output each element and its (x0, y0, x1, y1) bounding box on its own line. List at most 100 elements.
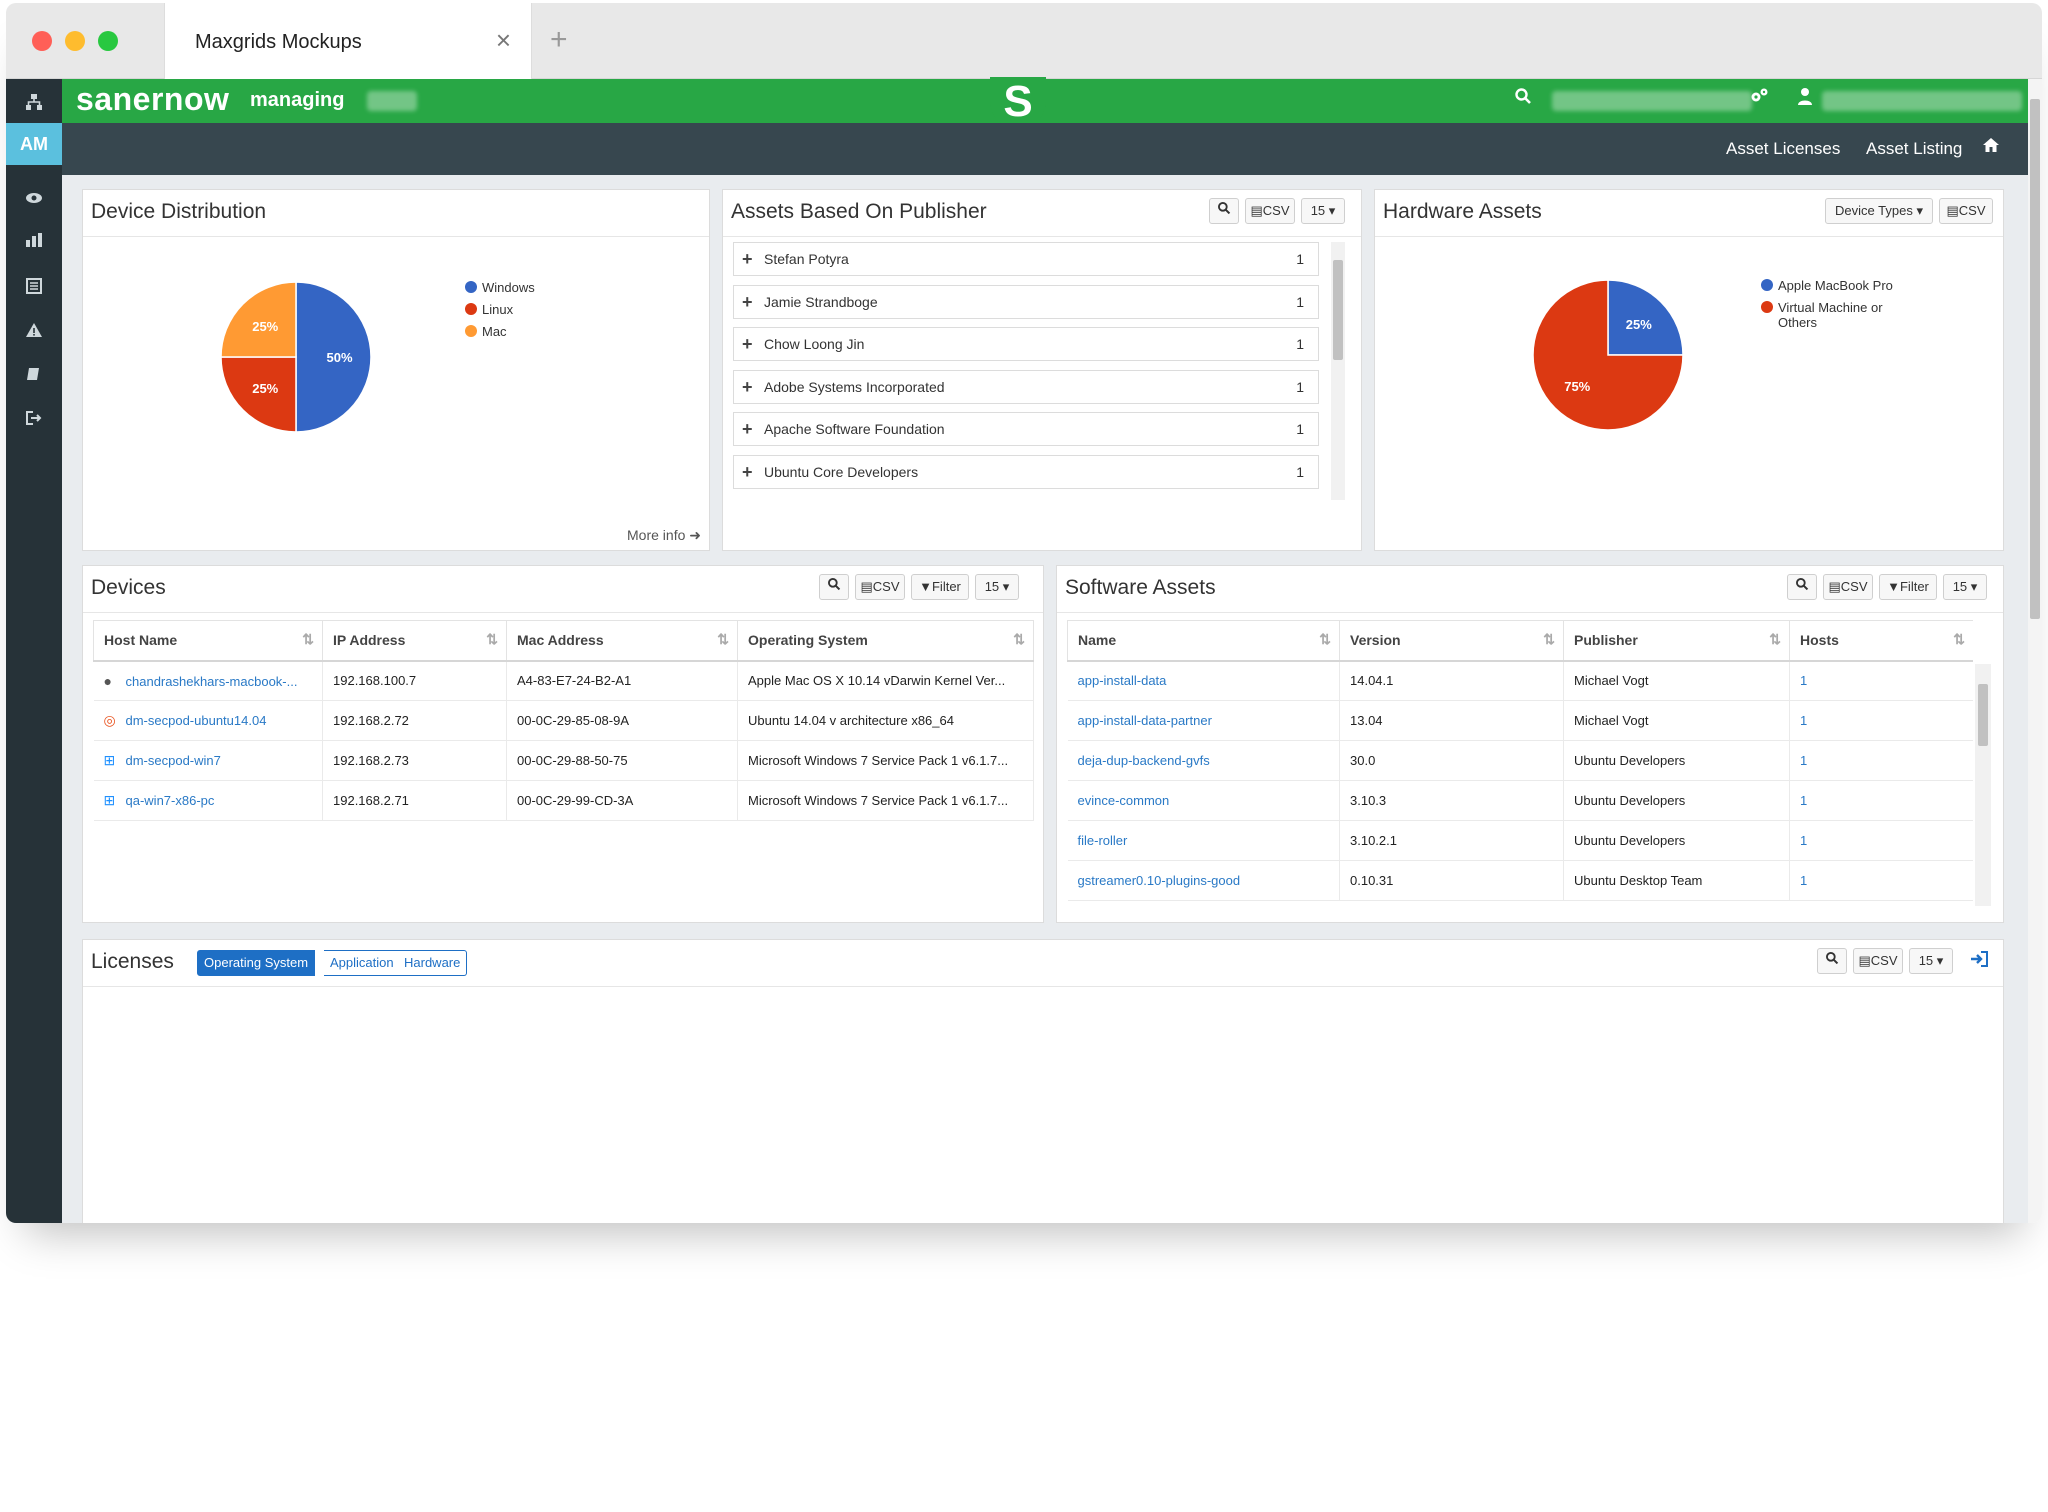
software-filter-button[interactable]: ▼Filter (1879, 574, 1937, 600)
maximize-window-dot[interactable] (98, 31, 118, 51)
minimize-window-dot[interactable] (65, 31, 85, 51)
table-row[interactable]: ⊞ dm-secpod-win7 192.168.2.73 00-0C-29-88-5… (93, 740, 1034, 781)
devices-csv-button[interactable]: ▤CSV (855, 574, 905, 600)
publisher-csv-button[interactable]: ▤CSV (1245, 198, 1295, 224)
table-row[interactable]: ● chandrashekhars-macbook-... 192.168.100.… (93, 660, 1034, 701)
list-icon[interactable] (6, 277, 62, 300)
asset-listing-link[interactable]: Asset Listing (1866, 139, 1962, 159)
table-row[interactable]: gstreamer0.10-plugins-good 0.10.31 Ubuntu … (1067, 860, 1973, 901)
sort-icon[interactable]: ⇅ (1953, 631, 1965, 648)
software-page-size-select[interactable]: 15 ▾ (1943, 574, 1987, 600)
publisher-row[interactable]: + Chow Loong Jin 1 (733, 327, 1319, 361)
software-link[interactable]: deja-dup-backend-gvfs (1078, 753, 1210, 768)
eye-icon[interactable] (6, 187, 62, 210)
devices-search-button[interactable] (819, 574, 849, 600)
sort-icon[interactable]: ⇅ (1319, 631, 1331, 648)
new-tab-icon[interactable]: + (550, 23, 568, 57)
more-info-link[interactable]: More info ➜ (627, 527, 701, 544)
licenses-page-size-select[interactable]: 15 ▾ (1909, 948, 1953, 974)
table-row[interactable]: app-install-data-partner 13.04 Michael Vog… (1067, 700, 1973, 741)
sort-icon[interactable]: ⇅ (1013, 631, 1025, 648)
table-row[interactable]: deja-dup-backend-gvfs 30.0 Ubuntu Develope… (1067, 740, 1973, 781)
legend-item-windows[interactable]: Windows (465, 280, 535, 295)
warning-icon[interactable] (6, 321, 62, 344)
devices-page-size-select[interactable]: 15 ▾ (975, 574, 1019, 600)
dashboard-icon[interactable] (6, 231, 62, 254)
device-types-select[interactable]: Device Types ▾ (1825, 198, 1933, 224)
tab-hardware[interactable]: Hardware (398, 950, 468, 976)
logout-icon[interactable] (6, 409, 62, 432)
search-icon[interactable] (1514, 87, 1532, 111)
browser-tab[interactable]: Maxgrids Mockups × (164, 3, 532, 79)
expand-icon[interactable]: + (742, 286, 753, 318)
table-row[interactable]: evince-common 3.10.3 Ubuntu Developers 1 (1067, 780, 1973, 821)
close-window-dot[interactable] (32, 31, 52, 51)
table-row[interactable]: app-install-data 14.04.1 Michael Vogt 1 (1067, 660, 1973, 701)
hosts-link[interactable]: 1 (1800, 833, 1807, 848)
publisher-search-button[interactable] (1209, 198, 1239, 224)
publisher-row[interactable]: + Apache Software Foundation 1 (733, 412, 1319, 446)
table-row[interactable]: file-roller 3.10.2.1 Ubuntu Developers 1 (1067, 820, 1973, 861)
settings-icon[interactable] (1750, 87, 1770, 111)
legend-item-virtual-machine[interactable]: Virtual Machine or Others (1761, 300, 1911, 330)
page-scrollbar[interactable] (2028, 79, 2042, 1223)
licenses-csv-button[interactable]: ▤CSV (1853, 948, 1903, 974)
publisher-page-size-select[interactable]: 15 ▾ (1301, 198, 1345, 224)
expand-icon[interactable]: + (742, 328, 753, 360)
software-link[interactable]: app-install-data-partner (1078, 713, 1212, 728)
expand-icon[interactable]: + (742, 371, 753, 403)
table-row[interactable]: ◎ dm-secpod-ubuntu14.04 192.168.2.72 00-0C-… (93, 700, 1034, 741)
sign-in-icon[interactable] (1969, 950, 1989, 973)
hardware-csv-button[interactable]: ▤CSV (1939, 198, 1993, 224)
home-icon[interactable] (1982, 137, 2000, 158)
host-link[interactable]: qa-win7-x86-pc (126, 793, 215, 808)
hosts-link[interactable]: 1 (1800, 793, 1807, 808)
sort-icon[interactable]: ⇅ (1543, 631, 1555, 648)
legend-item-apple-macbook-pro[interactable]: Apple MacBook Pro (1761, 278, 1911, 293)
sidebar-item-asset-management[interactable]: AM (6, 123, 62, 165)
column-header[interactable]: Version ⇅ (1339, 620, 1564, 662)
software-search-button[interactable] (1787, 574, 1817, 600)
publisher-row[interactable]: + Ubuntu Core Developers 1 (733, 454, 1319, 489)
table-row[interactable]: ⊞ qa-win7-x86-pc 192.168.2.71 00-0C-29-99-C… (93, 780, 1034, 821)
sort-icon[interactable]: ⇅ (1769, 631, 1781, 648)
legend-item-mac[interactable]: Mac (465, 324, 535, 339)
column-header[interactable]: Host Name ⇅ (93, 620, 323, 662)
user-icon[interactable] (1798, 87, 1812, 111)
sort-icon[interactable]: ⇅ (717, 631, 729, 648)
column-header[interactable]: Mac Address ⇅ (506, 620, 738, 662)
tab-application[interactable]: Application (324, 950, 401, 976)
sitemap-icon[interactable] (6, 93, 62, 117)
sort-icon[interactable]: ⇅ (302, 631, 314, 648)
devices-filter-button[interactable]: ▼Filter (911, 574, 969, 600)
publisher-row[interactable]: + Jamie Strandboge 1 (733, 284, 1319, 319)
column-header[interactable]: Name ⇅ (1067, 620, 1340, 662)
software-link[interactable]: file-roller (1078, 833, 1128, 848)
tab-operating-system[interactable]: Operating System (197, 950, 316, 976)
hosts-link[interactable]: 1 (1800, 673, 1807, 688)
column-header[interactable]: Publisher ⇅ (1563, 620, 1790, 662)
host-link[interactable]: dm-secpod-win7 (126, 753, 221, 768)
sort-icon[interactable]: ⇅ (486, 631, 498, 648)
column-header[interactable]: Operating System ⇅ (737, 620, 1034, 662)
software-link[interactable]: evince-common (1078, 793, 1170, 808)
expand-icon[interactable]: + (742, 456, 753, 488)
publisher-scrollbar[interactable] (1331, 242, 1345, 500)
expand-icon[interactable]: + (742, 243, 753, 275)
software-scrollbar[interactable] (1975, 664, 1991, 906)
book-icon[interactable] (6, 365, 62, 388)
column-header[interactable]: IP Address ⇅ (322, 620, 507, 662)
expand-icon[interactable]: + (742, 413, 753, 445)
software-link[interactable]: app-install-data (1078, 673, 1167, 688)
software-csv-button[interactable]: ▤CSV (1823, 574, 1873, 600)
legend-item-linux[interactable]: Linux (465, 302, 535, 317)
publisher-row[interactable]: + Stefan Potyra 1 (733, 242, 1319, 276)
host-link[interactable]: chandrashekhars-macbook-... (126, 674, 298, 689)
publisher-row[interactable]: + Adobe Systems Incorporated 1 (733, 369, 1319, 404)
host-link[interactable]: dm-secpod-ubuntu14.04 (126, 713, 267, 728)
column-header[interactable]: Hosts ⇅ (1789, 620, 1973, 662)
licenses-search-button[interactable] (1817, 948, 1847, 974)
asset-licenses-link[interactable]: Asset Licenses (1726, 139, 1840, 159)
software-link[interactable]: gstreamer0.10-plugins-good (1078, 873, 1241, 888)
hosts-link[interactable]: 1 (1800, 753, 1807, 768)
